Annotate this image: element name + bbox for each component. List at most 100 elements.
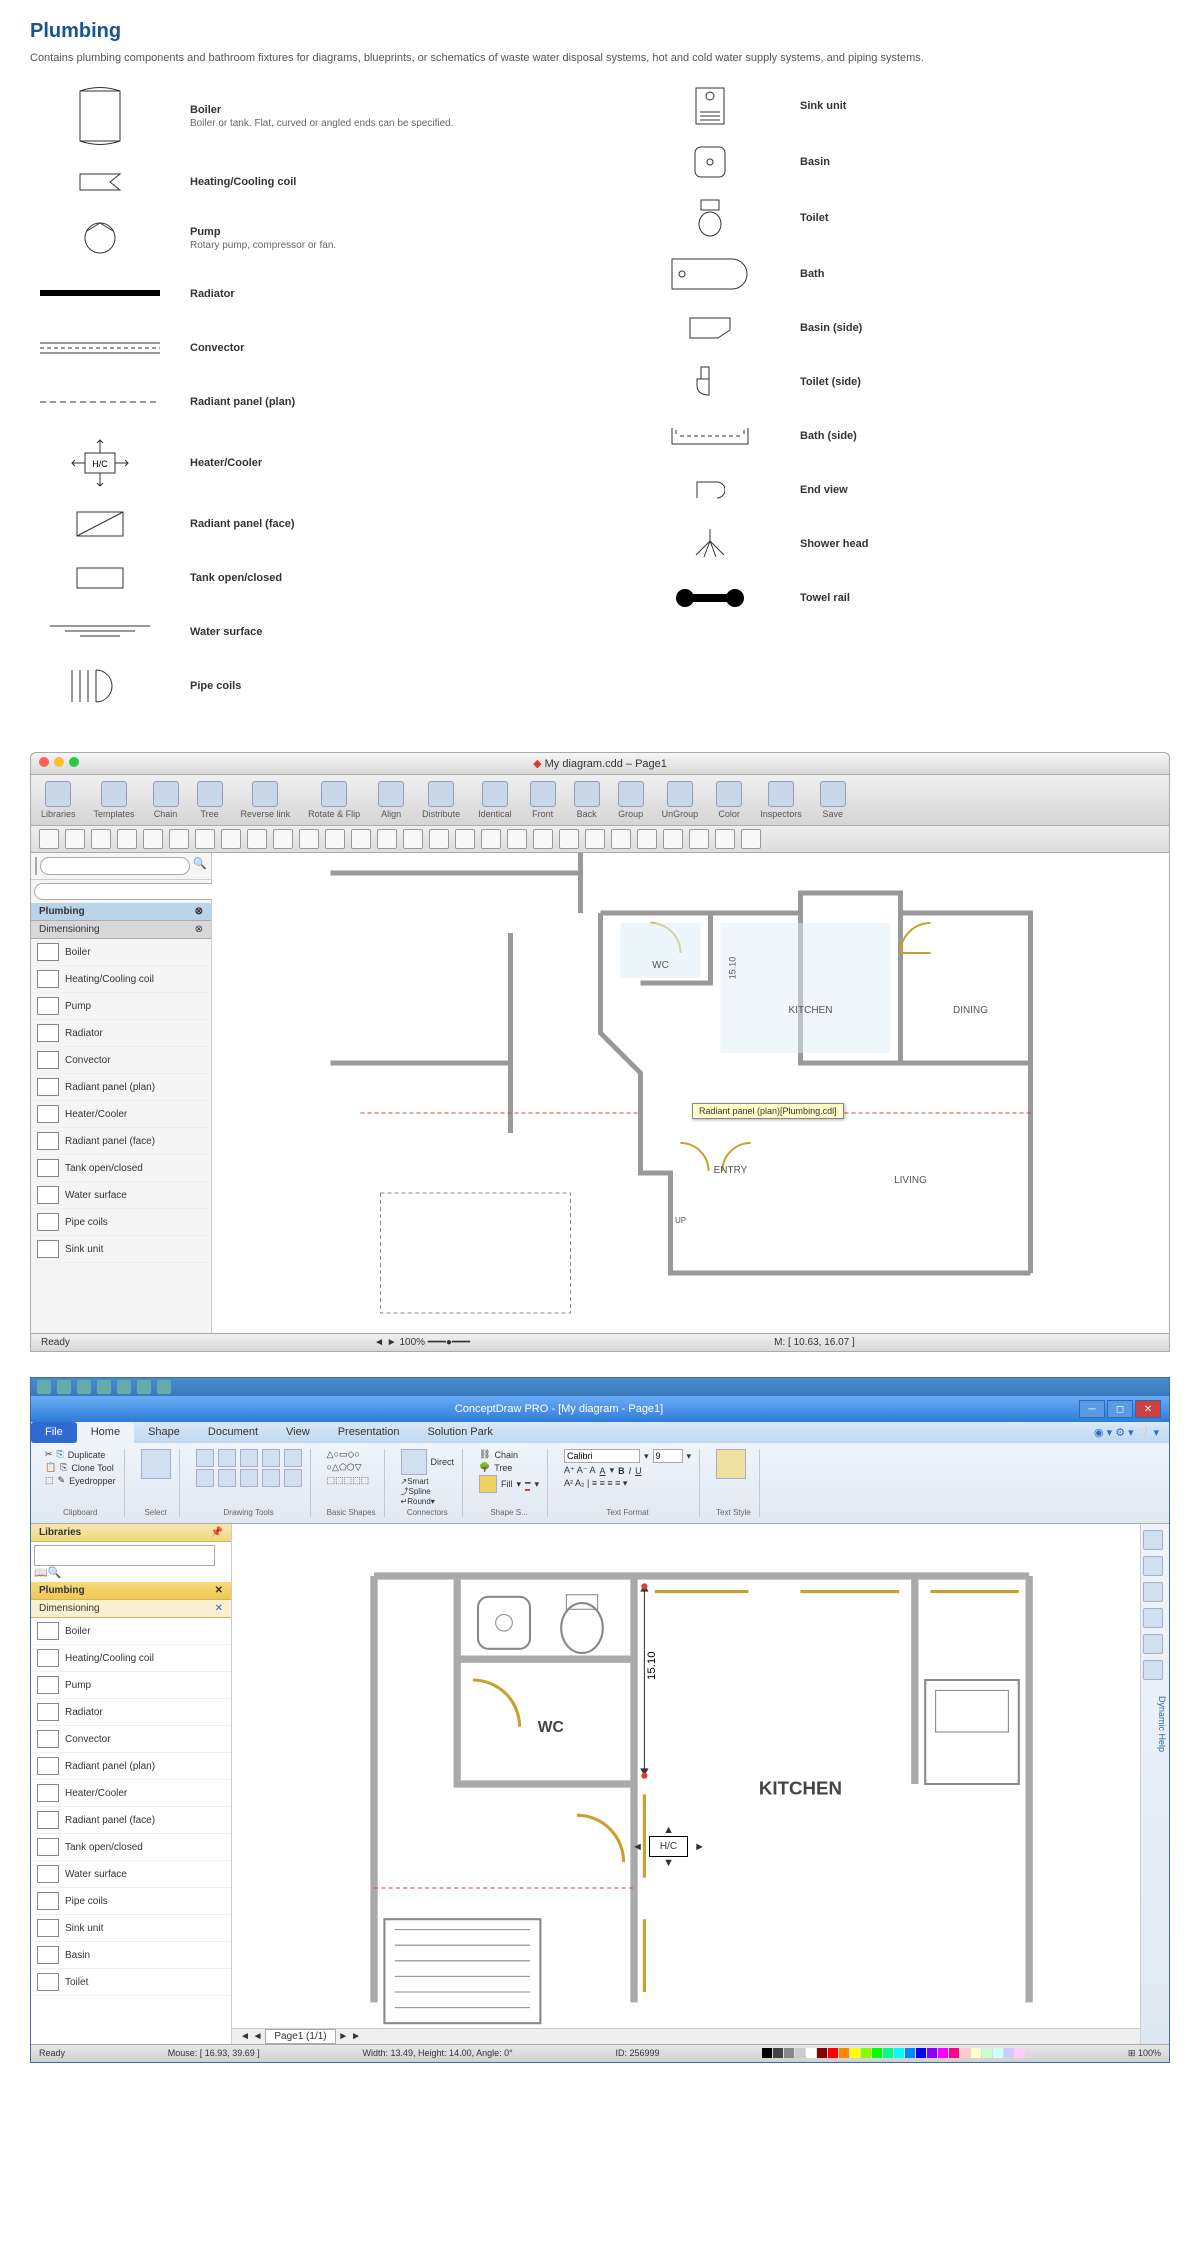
toolbar-inspectors[interactable]: Inspectors — [760, 781, 802, 819]
subtool-button[interactable] — [611, 829, 631, 849]
font-size[interactable] — [653, 1449, 683, 1463]
subtool-button[interactable] — [637, 829, 657, 849]
subtool-button[interactable] — [91, 829, 111, 849]
ribbon-tab-document[interactable]: Document — [194, 1422, 272, 1443]
color-swatch[interactable] — [1004, 2048, 1014, 2058]
library-item[interactable]: Tank open/closed — [31, 1155, 211, 1182]
subtool-button[interactable] — [117, 829, 137, 849]
heater-cooler-control[interactable]: ▲ ◄H/C► ▼ — [632, 1824, 705, 1869]
dynamic-help-tab[interactable]: Dynamic Help — [1143, 1696, 1167, 1752]
select-icon[interactable] — [141, 1449, 171, 1479]
sidebar-tab-plumbing[interactable]: Plumbing⊗ — [31, 903, 211, 921]
qat-icon[interactable] — [117, 1380, 131, 1394]
toolbar-group[interactable]: Group — [618, 781, 644, 819]
toolbar-color[interactable]: Color — [716, 781, 742, 819]
toolbar-chain[interactable]: Chain — [153, 781, 179, 819]
qat-icon[interactable] — [77, 1380, 91, 1394]
library-item[interactable]: Heater/Cooler — [31, 1780, 231, 1807]
ribbon-tab-view[interactable]: View — [272, 1422, 324, 1443]
library-item[interactable]: Pipe coils — [31, 1888, 231, 1915]
subtool-button[interactable] — [585, 829, 605, 849]
color-swatch[interactable] — [872, 2048, 882, 2058]
qat-icon[interactable] — [37, 1380, 51, 1394]
library-item[interactable]: Water surface — [31, 1182, 211, 1209]
color-swatch[interactable] — [894, 2048, 904, 2058]
font-select[interactable] — [564, 1449, 640, 1463]
color-swatch[interactable] — [762, 2048, 772, 2058]
library-search[interactable] — [34, 1545, 215, 1566]
minimize-icon[interactable] — [54, 757, 64, 767]
color-swatch[interactable] — [795, 2048, 805, 2058]
color-swatch[interactable] — [916, 2048, 926, 2058]
library-item[interactable]: Pipe coils — [31, 1209, 211, 1236]
qat-icon[interactable] — [57, 1380, 71, 1394]
win-canvas[interactable]: WC KITCHEN 15.10 ▲ ◄H/C► ▼ ◄ ◄ Page1 (1/… — [232, 1524, 1140, 2044]
color-swatch[interactable] — [817, 2048, 827, 2058]
tool-icon[interactable] — [1143, 1530, 1163, 1550]
library-item[interactable]: Toilet — [31, 1969, 231, 1996]
mac-canvas[interactable]: WC KITCHEN DINING ENTRY LIVING UP 15.10 … — [212, 853, 1169, 1333]
library-item[interactable]: Heating/Cooling coil — [31, 966, 211, 993]
toolbar-identical[interactable]: Identical — [478, 781, 512, 819]
toolbar-reverselink[interactable]: Reverse link — [241, 781, 291, 819]
color-swatch[interactable] — [927, 2048, 937, 2058]
subtool-button[interactable] — [689, 829, 709, 849]
toolbar-libraries[interactable]: Libraries — [41, 781, 76, 819]
subtool-button[interactable] — [741, 829, 761, 849]
sidebar-tab-dimensioning[interactable]: Dimensioning ⊗ — [31, 921, 211, 939]
qat-icon[interactable] — [97, 1380, 111, 1394]
subtool-button[interactable] — [273, 829, 293, 849]
color-swatch[interactable] — [839, 2048, 849, 2058]
subtool-button[interactable] — [195, 829, 215, 849]
subtool-button[interactable] — [65, 829, 85, 849]
toolbar-tree[interactable]: Tree — [197, 781, 223, 819]
library-item[interactable]: Heater/Cooler — [31, 1101, 211, 1128]
library-item[interactable]: Boiler — [31, 1618, 231, 1645]
toolbar-save[interactable]: Save — [820, 781, 846, 819]
search-input[interactable] — [40, 857, 190, 875]
qat-icon[interactable] — [137, 1380, 151, 1394]
subtool-button[interactable] — [429, 829, 449, 849]
library-item[interactable]: Convector — [31, 1726, 231, 1753]
subtool-button[interactable] — [143, 829, 163, 849]
subtool-button[interactable] — [299, 829, 319, 849]
library-item[interactable]: Pump — [31, 1672, 231, 1699]
subtool-button[interactable] — [221, 829, 241, 849]
list-icon[interactable] — [35, 857, 37, 875]
color-swatch[interactable] — [971, 2048, 981, 2058]
close-icon[interactable] — [39, 757, 49, 767]
color-swatch[interactable] — [828, 2048, 838, 2058]
subtool-button[interactable] — [533, 829, 553, 849]
library-item[interactable]: Radiator — [31, 1699, 231, 1726]
library-item[interactable]: Sink unit — [31, 1915, 231, 1942]
subtool-button[interactable] — [559, 829, 579, 849]
subtool-button[interactable] — [351, 829, 371, 849]
subtool-button[interactable] — [377, 829, 397, 849]
qat-icon[interactable] — [157, 1380, 171, 1394]
library-item[interactable]: Heating/Cooling coil — [31, 1645, 231, 1672]
color-swatch[interactable] — [861, 2048, 871, 2058]
tool-icon[interactable] — [1143, 1608, 1163, 1628]
subtool-button[interactable] — [715, 829, 735, 849]
toolbar-align[interactable]: Align — [378, 781, 404, 819]
subtool-button[interactable] — [39, 829, 59, 849]
toolbar-back[interactable]: Back — [574, 781, 600, 819]
library-item[interactable]: Radiant panel (plan) — [31, 1753, 231, 1780]
library-item[interactable]: Sink unit — [31, 1236, 211, 1263]
ribbon-tab-shape[interactable]: Shape — [134, 1422, 194, 1443]
ribbon-tab-home[interactable]: Home — [77, 1422, 134, 1443]
library-item[interactable]: Radiant panel (face) — [31, 1807, 231, 1834]
color-swatch[interactable] — [784, 2048, 794, 2058]
tool-icon[interactable] — [1143, 1634, 1163, 1654]
subtool-button[interactable] — [455, 829, 475, 849]
library-item[interactable]: Basin — [31, 1942, 231, 1969]
library-item[interactable]: Boiler — [31, 939, 211, 966]
color-swatch[interactable] — [960, 2048, 970, 2058]
ribbon-tab-solutionpark[interactable]: Solution Park — [413, 1422, 506, 1443]
color-swatch[interactable] — [883, 2048, 893, 2058]
subtool-button[interactable] — [325, 829, 345, 849]
tool-icon[interactable] — [1143, 1582, 1163, 1602]
color-swatch[interactable] — [1015, 2048, 1025, 2058]
maximize-icon[interactable] — [69, 757, 79, 767]
subtool-button[interactable] — [247, 829, 267, 849]
